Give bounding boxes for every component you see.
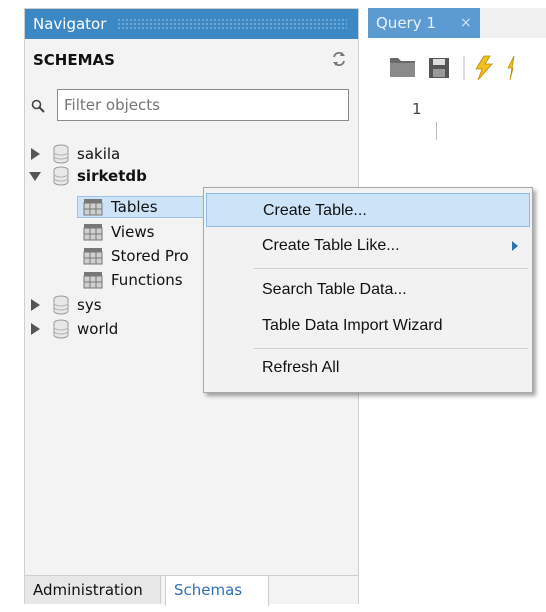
expand-arrow-icon[interactable]	[31, 148, 40, 160]
database-icon	[53, 166, 69, 186]
table-icon	[83, 272, 103, 289]
table-icon	[83, 199, 103, 216]
navigator-title: Navigator	[33, 15, 107, 33]
menu-item-table-data-import-wizard[interactable]: Table Data Import Wizard	[206, 309, 530, 343]
refresh-icon[interactable]	[331, 51, 347, 67]
text-cursor	[436, 122, 437, 140]
table-icon	[83, 248, 103, 265]
menu-item-create-table-like[interactable]: Create Table Like...	[206, 229, 530, 263]
lightning-cursor-icon[interactable]	[507, 55, 515, 81]
menu-separator	[254, 348, 528, 349]
tab-query-1[interactable]: Query 1 ×	[368, 8, 480, 38]
schemas-label: SCHEMAS	[33, 51, 115, 69]
database-icon	[53, 295, 69, 315]
navigator-tab-bar: Administration Schemas	[25, 575, 358, 606]
tree-label: Views	[111, 223, 155, 241]
collapse-arrow-icon[interactable]	[29, 172, 41, 181]
query-toolbar	[390, 55, 515, 81]
lightning-icon[interactable]	[475, 55, 493, 81]
search-icon	[31, 99, 45, 113]
menu-item-create-table[interactable]: Create Table...	[206, 193, 530, 227]
tree-label: Functions	[111, 271, 183, 289]
expand-arrow-icon[interactable]	[31, 323, 40, 335]
filter-objects-input[interactable]	[57, 89, 349, 121]
database-icon	[53, 319, 69, 339]
query-tab-label: Query 1	[376, 14, 436, 32]
menu-item-search-table-data[interactable]: Search Table Data...	[206, 273, 530, 307]
database-icon	[53, 144, 69, 164]
tab-strip	[480, 8, 546, 38]
menu-separator	[254, 268, 528, 269]
navigator-header: Navigator	[25, 9, 358, 39]
header-grip	[117, 18, 347, 30]
tree-label: sys	[77, 296, 102, 314]
tab-schemas[interactable]: Schemas	[165, 576, 269, 606]
line-number: 1	[412, 100, 422, 118]
tree-label: sakila	[77, 145, 121, 163]
menu-item-label: Create Table Like...	[262, 237, 400, 254]
context-menu: Create Table... Create Table Like... Sea…	[203, 187, 533, 393]
tab-administration[interactable]: Administration	[25, 576, 161, 604]
expand-arrow-icon[interactable]	[31, 299, 40, 311]
tree-label: Tables	[111, 198, 158, 216]
submenu-arrow-icon	[512, 241, 518, 251]
close-icon[interactable]: ×	[460, 8, 472, 38]
tree-label: sirketdb	[77, 167, 147, 185]
menu-item-refresh-all[interactable]: Refresh All	[206, 351, 530, 385]
tree-label: world	[77, 320, 119, 338]
folder-icon[interactable]	[390, 58, 415, 77]
save-icon[interactable]	[429, 58, 449, 78]
tree-label: Stored Pro	[111, 247, 189, 265]
table-icon	[83, 224, 103, 241]
